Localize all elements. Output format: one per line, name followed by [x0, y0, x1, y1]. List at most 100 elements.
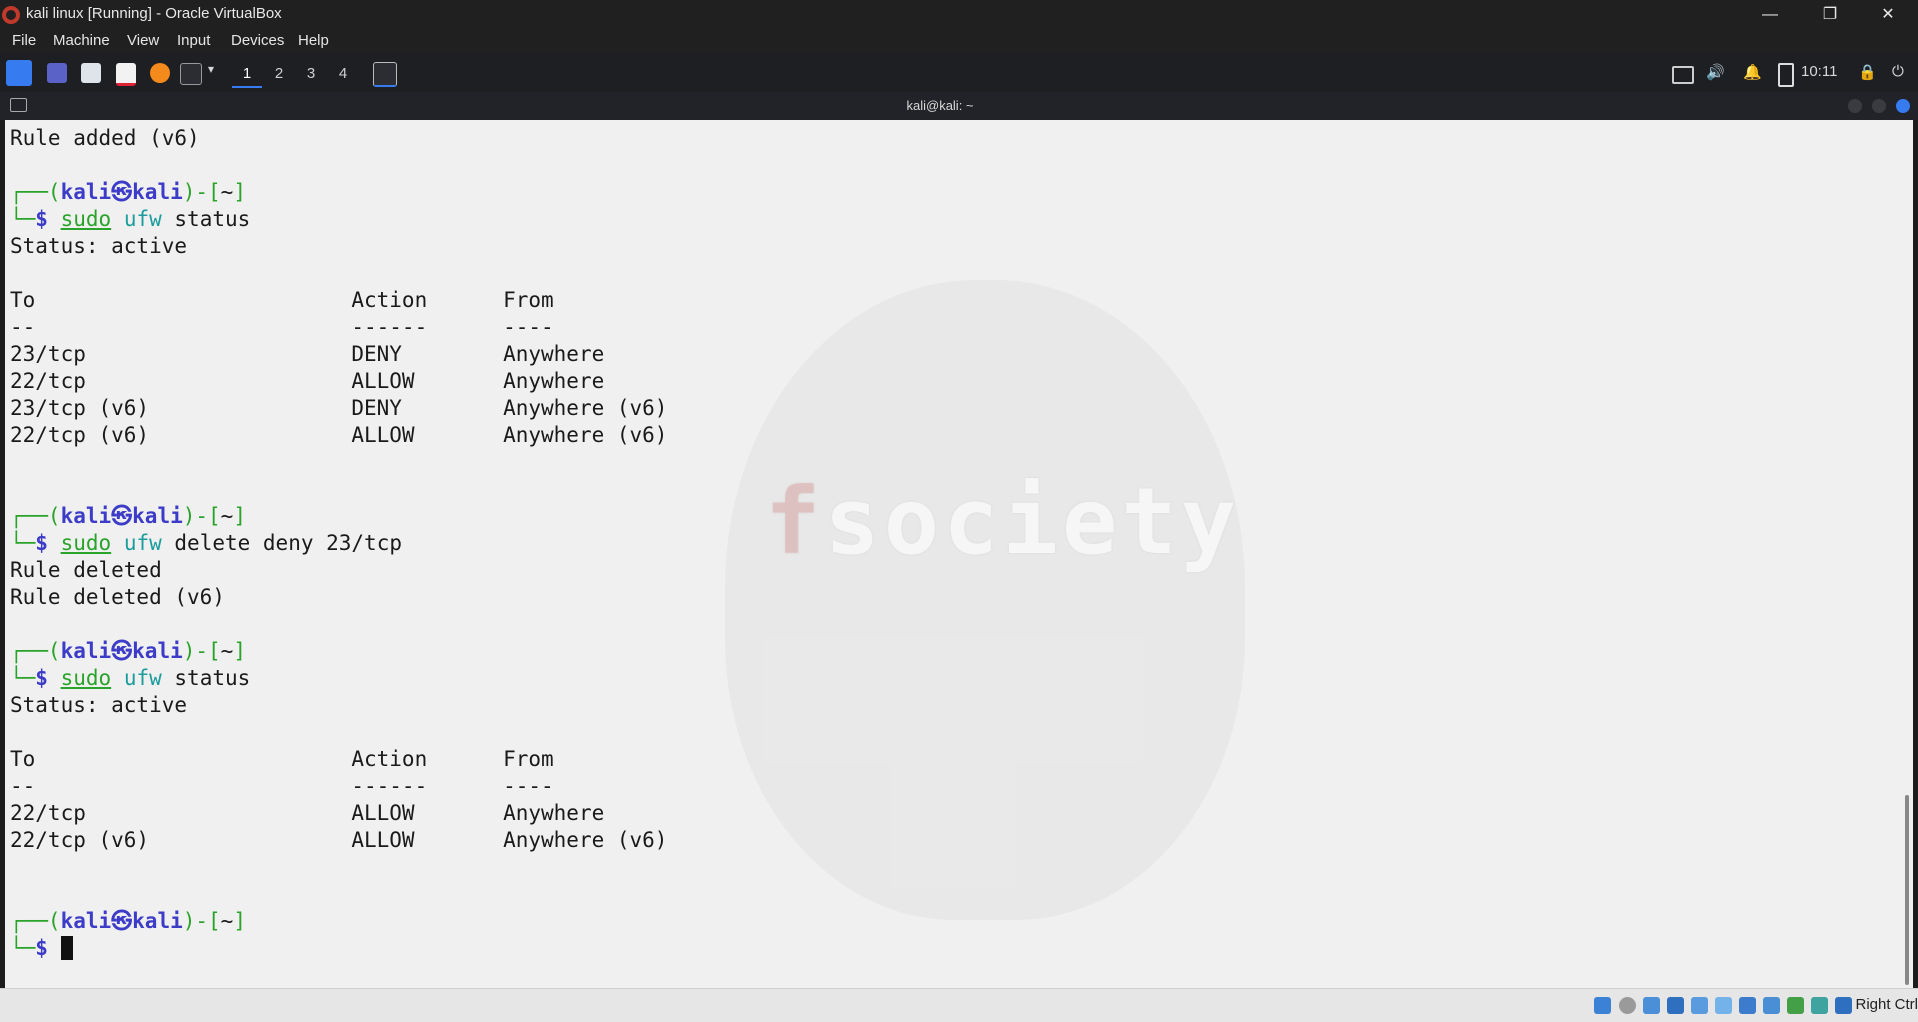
keyboard-icon[interactable]	[1835, 997, 1852, 1014]
command-tool: ufw	[123, 207, 162, 231]
volume-icon[interactable]: 🔊	[1706, 63, 1725, 81]
prompt-separator: ㉿	[111, 639, 133, 663]
prompt-directory: ~	[220, 504, 234, 528]
menu-file[interactable]: File	[12, 32, 36, 49]
command-sudo: sudo	[60, 666, 112, 690]
prompt-bracket: )-[	[182, 909, 221, 933]
terminal-cursor[interactable]	[60, 936, 73, 960]
restore-icon[interactable]: ❐	[1802, 0, 1858, 29]
menu-view[interactable]: View	[127, 32, 159, 49]
hard-disk-icon[interactable]	[1594, 997, 1611, 1014]
display-icon[interactable]	[1672, 66, 1694, 84]
prompt-user: kali	[60, 180, 112, 204]
workspace-4[interactable]: 4	[328, 62, 358, 86]
table-divider: -- ------ ----	[10, 774, 554, 798]
menu-devices[interactable]: Devices	[231, 32, 284, 49]
table-row: 22/tcp ALLOW Anywhere	[10, 369, 605, 393]
terminal-icon[interactable]	[180, 63, 202, 85]
command-line: └─$ sudo ufw status	[10, 206, 667, 233]
prompt-dollar: $	[35, 207, 61, 231]
firefox-icon[interactable]	[150, 63, 170, 83]
prompt-host: kali	[132, 504, 183, 528]
prompt-host: kali	[132, 639, 183, 663]
file-manager-icon[interactable]	[81, 63, 101, 83]
network-icon[interactable]	[1667, 997, 1684, 1014]
prompt-user: kali	[60, 639, 112, 663]
prompt-separator: ㉿	[111, 504, 133, 528]
optical-drive-icon[interactable]	[1619, 997, 1636, 1014]
prompt-dollar: $	[35, 936, 61, 960]
prompt-bracket: ]	[233, 639, 246, 663]
prompt-host: kali	[132, 180, 183, 204]
prompt-line: ┌──(kali㉿kali)-[~]	[10, 908, 667, 935]
minimize-icon[interactable]: —	[1742, 0, 1798, 29]
prompt-bracket: ┌──(	[10, 504, 61, 528]
cpu-icon[interactable]	[1787, 997, 1804, 1014]
notifications-icon[interactable]: 🔔	[1743, 63, 1762, 81]
workspace-1[interactable]: 1	[232, 62, 262, 88]
prompt-bracket: ]	[233, 909, 246, 933]
terminal-title-bar: kali@kali: ~	[0, 92, 1918, 120]
command-tool: ufw	[123, 666, 162, 690]
command-args: delete deny 23/tcp	[161, 531, 402, 555]
command-tool: ufw	[123, 531, 162, 555]
clock[interactable]: 10:11	[1801, 63, 1837, 80]
table-divider: -- ------ ----	[10, 315, 554, 339]
table-row: 22/tcp ALLOW Anywhere	[10, 801, 605, 825]
host-title-bar: kali linux [Running] - Oracle VirtualBox…	[0, 0, 1918, 29]
lock-icon[interactable]: 🔒	[1858, 63, 1877, 81]
prompt-bracket: ]	[233, 180, 246, 204]
chevron-down-icon[interactable]: ▾	[208, 62, 214, 76]
table-row: 22/tcp (v6) ALLOW Anywhere (v6)	[10, 828, 668, 852]
prompt-corner: └─	[10, 666, 36, 690]
prompt-directory: ~	[220, 909, 234, 933]
menu-help[interactable]: Help	[298, 32, 329, 49]
terminal-minimize-button[interactable]	[1848, 99, 1862, 113]
terminal-output: Rule added (v6) ┌──(kali㉿kali)-[~] └─$ sud…	[10, 125, 667, 962]
audio-icon[interactable]	[1643, 997, 1660, 1014]
terminal-scrollbar[interactable]	[1905, 795, 1909, 985]
prompt-bracket: ]	[233, 504, 246, 528]
usb-icon[interactable]	[1691, 997, 1708, 1014]
workspace-2[interactable]: 2	[264, 62, 294, 86]
power-icon[interactable]: ⏻	[1892, 63, 1904, 80]
output-line: Rule deleted (v6)	[10, 585, 225, 609]
terminal-maximize-button[interactable]	[1872, 99, 1886, 113]
menu-input[interactable]: Input	[177, 32, 210, 49]
text-editor-icon[interactable]	[116, 63, 136, 86]
prompt-line: ┌──(kali㉿kali)-[~]	[10, 503, 667, 530]
table-row: 22/tcp (v6) ALLOW Anywhere (v6)	[10, 423, 668, 447]
menu-machine[interactable]: Machine	[53, 32, 110, 49]
wallpaper-face	[725, 280, 1245, 920]
command-sudo: sudo	[60, 207, 112, 231]
output-line: Status: active	[10, 693, 188, 717]
prompt-directory: ~	[220, 639, 234, 663]
prompt-user: kali	[60, 909, 112, 933]
desktop-icon[interactable]	[47, 63, 67, 83]
recording-icon[interactable]	[1763, 997, 1780, 1014]
battery-icon[interactable]	[1778, 63, 1794, 87]
display-status-icon[interactable]	[1739, 997, 1756, 1014]
close-icon[interactable]: ✕	[1860, 0, 1916, 29]
table-row: 23/tcp DENY Anywhere	[10, 342, 605, 366]
terminal-task-icon[interactable]	[373, 62, 397, 87]
mouse-integration-icon[interactable]	[1811, 997, 1828, 1014]
table-header: To Action From	[10, 288, 554, 312]
prompt-bracket: ┌──(	[10, 639, 61, 663]
prompt-dollar: $	[35, 531, 61, 555]
terminal-close-button[interactable]	[1896, 99, 1910, 113]
terminal-area[interactable]: fsociety Rule added (v6) ┌──(kali㉿kali)-[…	[5, 120, 1913, 988]
workspace-3[interactable]: 3	[296, 62, 326, 86]
output-line: Rule deleted	[10, 558, 162, 582]
shared-folders-icon[interactable]	[1715, 997, 1732, 1014]
prompt-line: ┌──(kali㉿kali)-[~]	[10, 638, 667, 665]
virtualbox-app-icon	[2, 6, 20, 24]
prompt-dollar: $	[35, 666, 61, 690]
wallpaper-watermark: fsociety	[765, 468, 1240, 575]
kali-menu-icon[interactable]	[6, 60, 32, 86]
terminal-title: kali@kali: ~	[906, 98, 974, 113]
